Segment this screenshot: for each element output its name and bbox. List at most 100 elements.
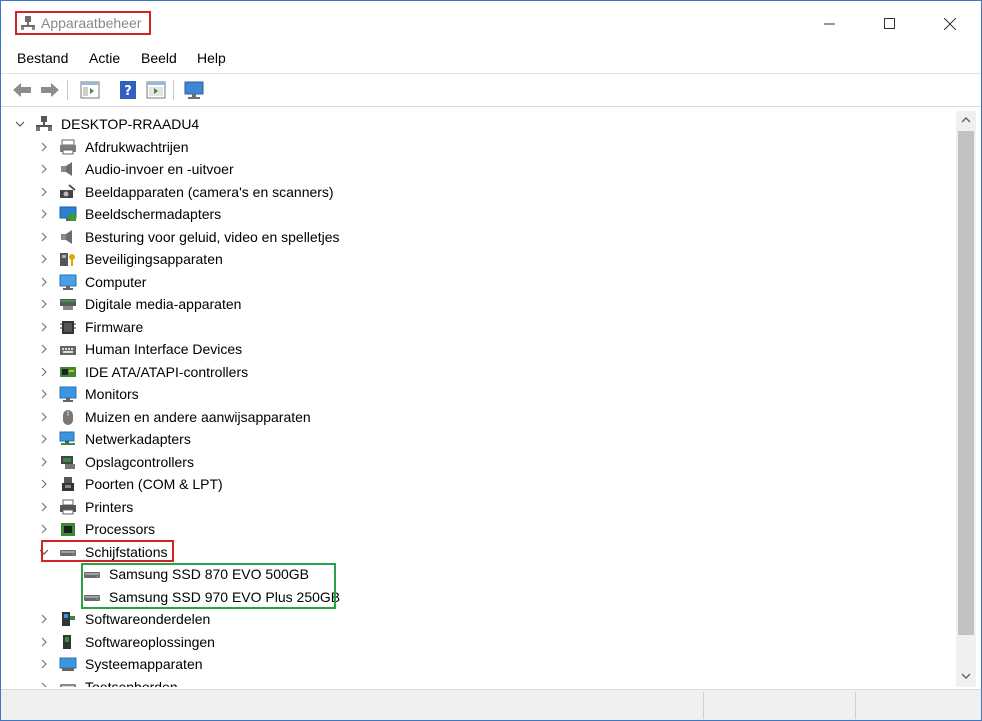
properties-icon[interactable] [79,80,101,100]
chevron-right-icon[interactable] [37,522,51,536]
category-label: Printers [85,499,134,515]
tree-category[interactable]: Softwareoplossingen [7,631,955,653]
tree-category[interactable]: Firmware [7,316,955,338]
tree-category[interactable]: Beeldschermadapters [7,203,955,225]
chevron-up-icon [961,117,971,123]
chevron-right-icon[interactable] [37,477,51,491]
schijfstations-highlight [41,540,174,562]
scrollbar-thumb[interactable] [958,131,974,635]
view-icon[interactable] [145,80,167,100]
scroll-down-button[interactable] [956,667,976,685]
chevron-right-icon[interactable] [37,680,51,687]
chevron-down-icon[interactable] [13,117,27,131]
scan-monitor-icon[interactable] [183,80,205,100]
title-bar: Apparaatbeheer [1,1,981,47]
tree-category[interactable]: Digitale media-apparaten [7,293,955,315]
category-label: Beveiligingsapparaten [85,251,223,267]
category-label: Muizen en andere aanwijsapparaten [85,409,311,425]
category-label: Firmware [85,319,144,335]
tree-category[interactable]: Printers [7,496,955,518]
tree-category[interactable]: Toetsenborden [7,676,955,687]
chevron-right-icon[interactable] [37,275,51,289]
chevron-right-icon[interactable] [37,365,51,379]
chevron-right-icon[interactable] [37,342,51,356]
tree-category[interactable]: Human Interface Devices [7,338,955,360]
chip-icon [60,321,76,334]
help-icon[interactable]: ? [117,80,139,100]
chevron-right-icon[interactable] [37,432,51,446]
toolbar: ? [1,73,981,107]
tree-category[interactable]: Afdrukwachtrijen [7,136,955,158]
category-label: Digitale media-apparaten [85,296,242,312]
ide-controller-icon [60,367,76,377]
storage-controller-icon [61,456,75,469]
category-label: Human Interface Devices [85,341,243,357]
category-label: Toetsenborden [85,679,178,687]
category-label: Opslagcontrollers [85,454,194,470]
chevron-right-icon[interactable] [37,207,51,221]
maximize-button[interactable] [867,9,913,39]
chevron-right-icon[interactable] [37,230,51,244]
keyboard-icon [60,684,76,687]
security-key-icon [60,253,75,266]
toolbar-separator [67,80,68,100]
tree-category[interactable]: Netwerkadapters [7,428,955,450]
menu-help[interactable]: Help [197,50,226,66]
chevron-right-icon[interactable] [37,657,51,671]
window-title: Apparaatbeheer [41,15,142,31]
chevron-right-icon[interactable] [37,297,51,311]
chevron-right-icon[interactable] [37,140,51,154]
hid-keyboard-icon [60,346,76,355]
software-solution-icon [63,635,71,649]
tree-category[interactable]: Poorten (COM & LPT) [7,473,955,495]
toolbar-separator [173,80,174,100]
chevron-right-icon[interactable] [37,185,51,199]
chevron-right-icon[interactable] [37,320,51,334]
printer-queue-icon [60,139,76,155]
chevron-right-icon[interactable] [37,387,51,401]
minimize-button[interactable] [807,9,853,39]
category-label: Systeemapparaten [85,656,203,672]
menu-bestand[interactable]: Bestand [17,50,68,66]
chevron-right-icon[interactable] [37,410,51,424]
tree-category[interactable]: Monitors [7,383,955,405]
tree-category[interactable]: Beeldapparaten (camera's en scanners) [7,181,955,203]
tree-category[interactable]: Systeemapparaten [7,653,955,675]
tree-category[interactable]: Processors [7,518,955,540]
tree-category[interactable]: Computer [7,271,955,293]
printer-icon [60,499,76,515]
scroll-up-button[interactable] [956,111,976,129]
close-button[interactable] [927,9,973,39]
speaker-icon [61,230,72,244]
category-label: Afdrukwachtrijen [85,139,189,155]
back-arrow-icon[interactable] [11,80,33,100]
forward-arrow-icon[interactable] [39,80,61,100]
tree-category[interactable]: IDE ATA/ATAPI-controllers [7,361,955,383]
tree-category[interactable]: Beveiligingsapparaten [7,248,955,270]
category-label: Beeldschermadapters [85,206,222,222]
vertical-scrollbar[interactable] [956,111,976,687]
computer-monitor-icon [59,274,77,290]
category-label: Poorten (COM & LPT) [85,476,223,492]
tree-category[interactable]: Besturing voor geluid, video en spelletj… [7,226,955,248]
close-icon [944,18,956,30]
chevron-right-icon[interactable] [37,500,51,514]
tree-category[interactable]: Opslagcontrollers [7,451,955,473]
device-manager-window: Apparaatbeheer Bestand Actie Beeld Help [0,0,982,721]
tree-category[interactable]: Muizen en andere aanwijsapparaten [7,406,955,428]
menu-actie[interactable]: Actie [89,50,120,66]
tree-root[interactable]: DESKTOP-RRAADU4 [7,113,955,135]
category-label: Besturing voor geluid, video en spelletj… [85,229,340,245]
speaker-icon [61,162,72,176]
chevron-right-icon[interactable] [37,162,51,176]
category-label: Softwareoplossingen [85,634,215,650]
chevron-right-icon[interactable] [37,252,51,266]
software-component-icon [62,612,75,626]
tree-category[interactable]: Audio-invoer en -uitvoer [7,158,955,180]
display-adapter-icon [59,206,77,221]
tree-category[interactable]: Softwareonderdelen [7,608,955,630]
chevron-right-icon[interactable] [37,612,51,626]
menu-beeld[interactable]: Beeld [141,50,177,66]
chevron-right-icon[interactable] [37,455,51,469]
chevron-right-icon[interactable] [37,635,51,649]
